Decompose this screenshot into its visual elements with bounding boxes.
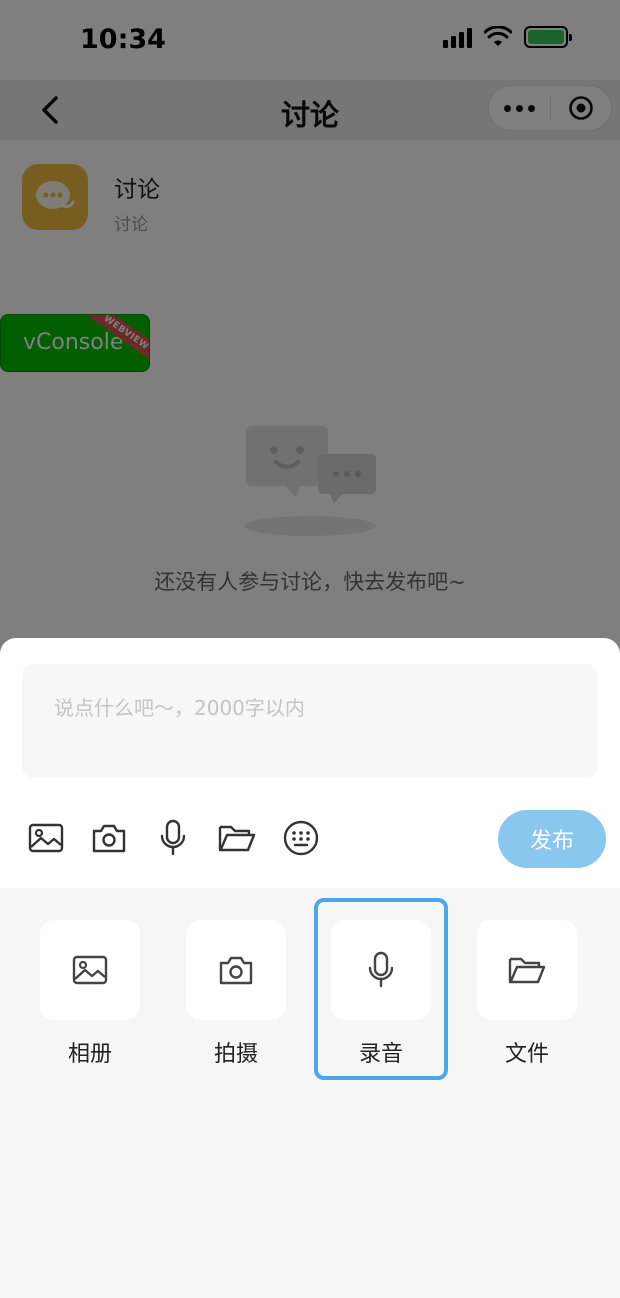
shoot-label: 拍摄	[213, 1042, 258, 1067]
folder-icon	[508, 957, 546, 984]
album-tile[interactable]	[40, 920, 140, 1020]
camera-icon[interactable]	[87, 816, 131, 860]
shoot-option[interactable]: 拍摄	[186, 920, 286, 1070]
file-label: 文件	[504, 1042, 549, 1067]
folder-icon[interactable]	[215, 816, 259, 860]
attachment-panel: 相册 拍摄 录音 文件	[0, 888, 620, 1298]
publish-button[interactable]: 发布	[498, 810, 606, 868]
file-tile[interactable]	[477, 920, 577, 1020]
record-tile[interactable]	[331, 920, 431, 1020]
comment-input[interactable]	[22, 664, 598, 778]
shoot-tile[interactable]	[186, 920, 286, 1020]
album-option[interactable]: 相册	[40, 920, 140, 1070]
album-label: 相册	[67, 1042, 112, 1067]
record-label: 录音	[358, 1042, 403, 1067]
image-icon	[72, 955, 108, 985]
microphone-icon	[368, 951, 394, 988]
keyboard-icon[interactable]	[279, 816, 323, 860]
camera-icon	[219, 956, 253, 985]
image-icon[interactable]	[24, 816, 68, 860]
compose-toolbar: 发布	[0, 808, 620, 868]
record-option[interactable]: 录音	[331, 920, 431, 1070]
file-option[interactable]: 文件	[477, 920, 577, 1070]
microphone-icon[interactable]	[151, 816, 195, 860]
compose-sheet: 发布 相册 拍摄	[0, 638, 620, 1298]
